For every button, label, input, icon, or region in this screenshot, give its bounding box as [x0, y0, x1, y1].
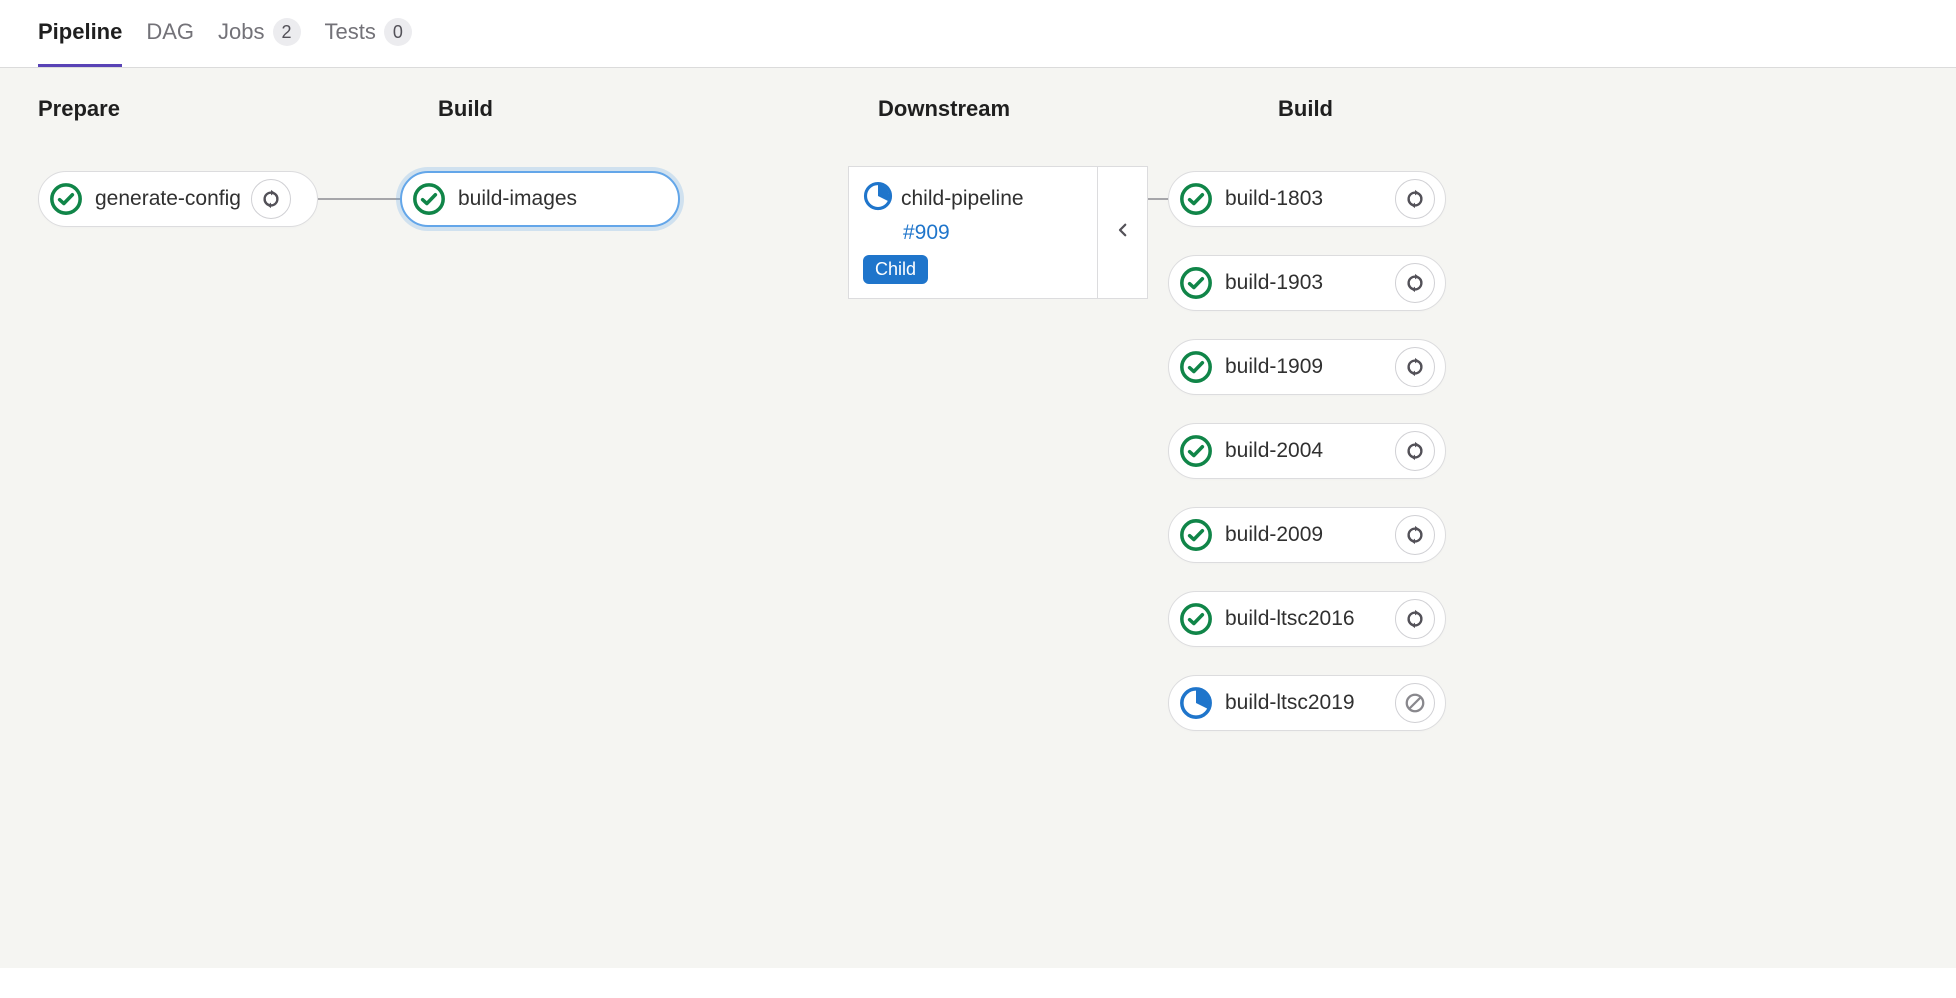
- job-generate-config[interactable]: generate-config: [38, 171, 318, 227]
- job-build-ltsc2016[interactable]: build-ltsc2016: [1168, 591, 1446, 647]
- pipeline-graph: Prepare Build Downstream Build generate-…: [0, 68, 1956, 968]
- tabs-bar: Pipeline DAG Jobs 2 Tests 0: [0, 0, 1956, 68]
- downstream-child-pipeline[interactable]: child-pipeline #909 Child: [848, 166, 1148, 299]
- success-icon: [1179, 602, 1213, 636]
- job-build-ltsc2019[interactable]: build-ltsc2019: [1168, 675, 1446, 731]
- job-label: generate-config: [95, 187, 241, 211]
- success-icon: [1179, 182, 1213, 216]
- downstream-main: child-pipeline #909 Child: [849, 167, 1097, 298]
- running-icon: [863, 181, 893, 217]
- retry-button[interactable]: [1395, 263, 1435, 303]
- tab-dag-label: DAG: [146, 19, 194, 45]
- job-build-2009[interactable]: build-2009: [1168, 507, 1446, 563]
- job-build-1803[interactable]: build-1803: [1168, 171, 1446, 227]
- cancel-button[interactable]: [1395, 683, 1435, 723]
- job-build-1903[interactable]: build-1903: [1168, 255, 1446, 311]
- tab-tests-count: 0: [384, 18, 412, 46]
- downstream-id[interactable]: #909: [903, 221, 1079, 245]
- job-label: build-2004: [1225, 439, 1323, 463]
- running-icon: [1179, 686, 1213, 720]
- success-icon: [1179, 266, 1213, 300]
- job-label: build-images: [458, 187, 577, 211]
- job-label: build-1803: [1225, 187, 1323, 211]
- job-label: build-1909: [1225, 355, 1323, 379]
- stage-title-downstream: Downstream: [878, 96, 1238, 122]
- retry-button[interactable]: [1395, 431, 1435, 471]
- tab-jobs-label: Jobs: [218, 19, 264, 45]
- success-icon: [412, 182, 446, 216]
- job-label: build-ltsc2019: [1225, 691, 1355, 715]
- tab-jobs[interactable]: Jobs 2: [218, 18, 300, 67]
- job-label: build-2009: [1225, 523, 1323, 547]
- collapse-toggle[interactable]: [1097, 167, 1147, 298]
- downstream-badge: Child: [863, 255, 928, 284]
- stage-title-build: Build: [438, 96, 838, 122]
- stage-title-prepare: Prepare: [38, 96, 398, 122]
- downstream-title-row: child-pipeline: [863, 181, 1079, 217]
- stage-title-build2: Build: [1278, 96, 1578, 122]
- retry-button[interactable]: [1395, 599, 1435, 639]
- tab-tests[interactable]: Tests 0: [325, 18, 412, 67]
- tab-dag[interactable]: DAG: [146, 18, 194, 67]
- job-label: build-1903: [1225, 271, 1323, 295]
- tab-jobs-count: 2: [273, 18, 301, 46]
- job-build-1909[interactable]: build-1909: [1168, 339, 1446, 395]
- success-icon: [49, 182, 83, 216]
- job-build-2004[interactable]: build-2004: [1168, 423, 1446, 479]
- retry-button[interactable]: [251, 179, 291, 219]
- job-build-images[interactable]: build-images: [400, 171, 680, 227]
- stage-headers: Prepare Build Downstream Build: [38, 96, 1918, 122]
- success-icon: [1179, 518, 1213, 552]
- retry-button[interactable]: [1395, 515, 1435, 555]
- tab-tests-label: Tests: [325, 19, 376, 45]
- downstream-title: child-pipeline: [901, 187, 1024, 211]
- retry-button[interactable]: [1395, 347, 1435, 387]
- success-icon: [1179, 434, 1213, 468]
- tab-pipeline[interactable]: Pipeline: [38, 18, 122, 67]
- retry-button[interactable]: [1395, 179, 1435, 219]
- tab-pipeline-label: Pipeline: [38, 19, 122, 45]
- job-label: build-ltsc2016: [1225, 607, 1355, 631]
- success-icon: [1179, 350, 1213, 384]
- chevron-left-icon: [1114, 221, 1132, 244]
